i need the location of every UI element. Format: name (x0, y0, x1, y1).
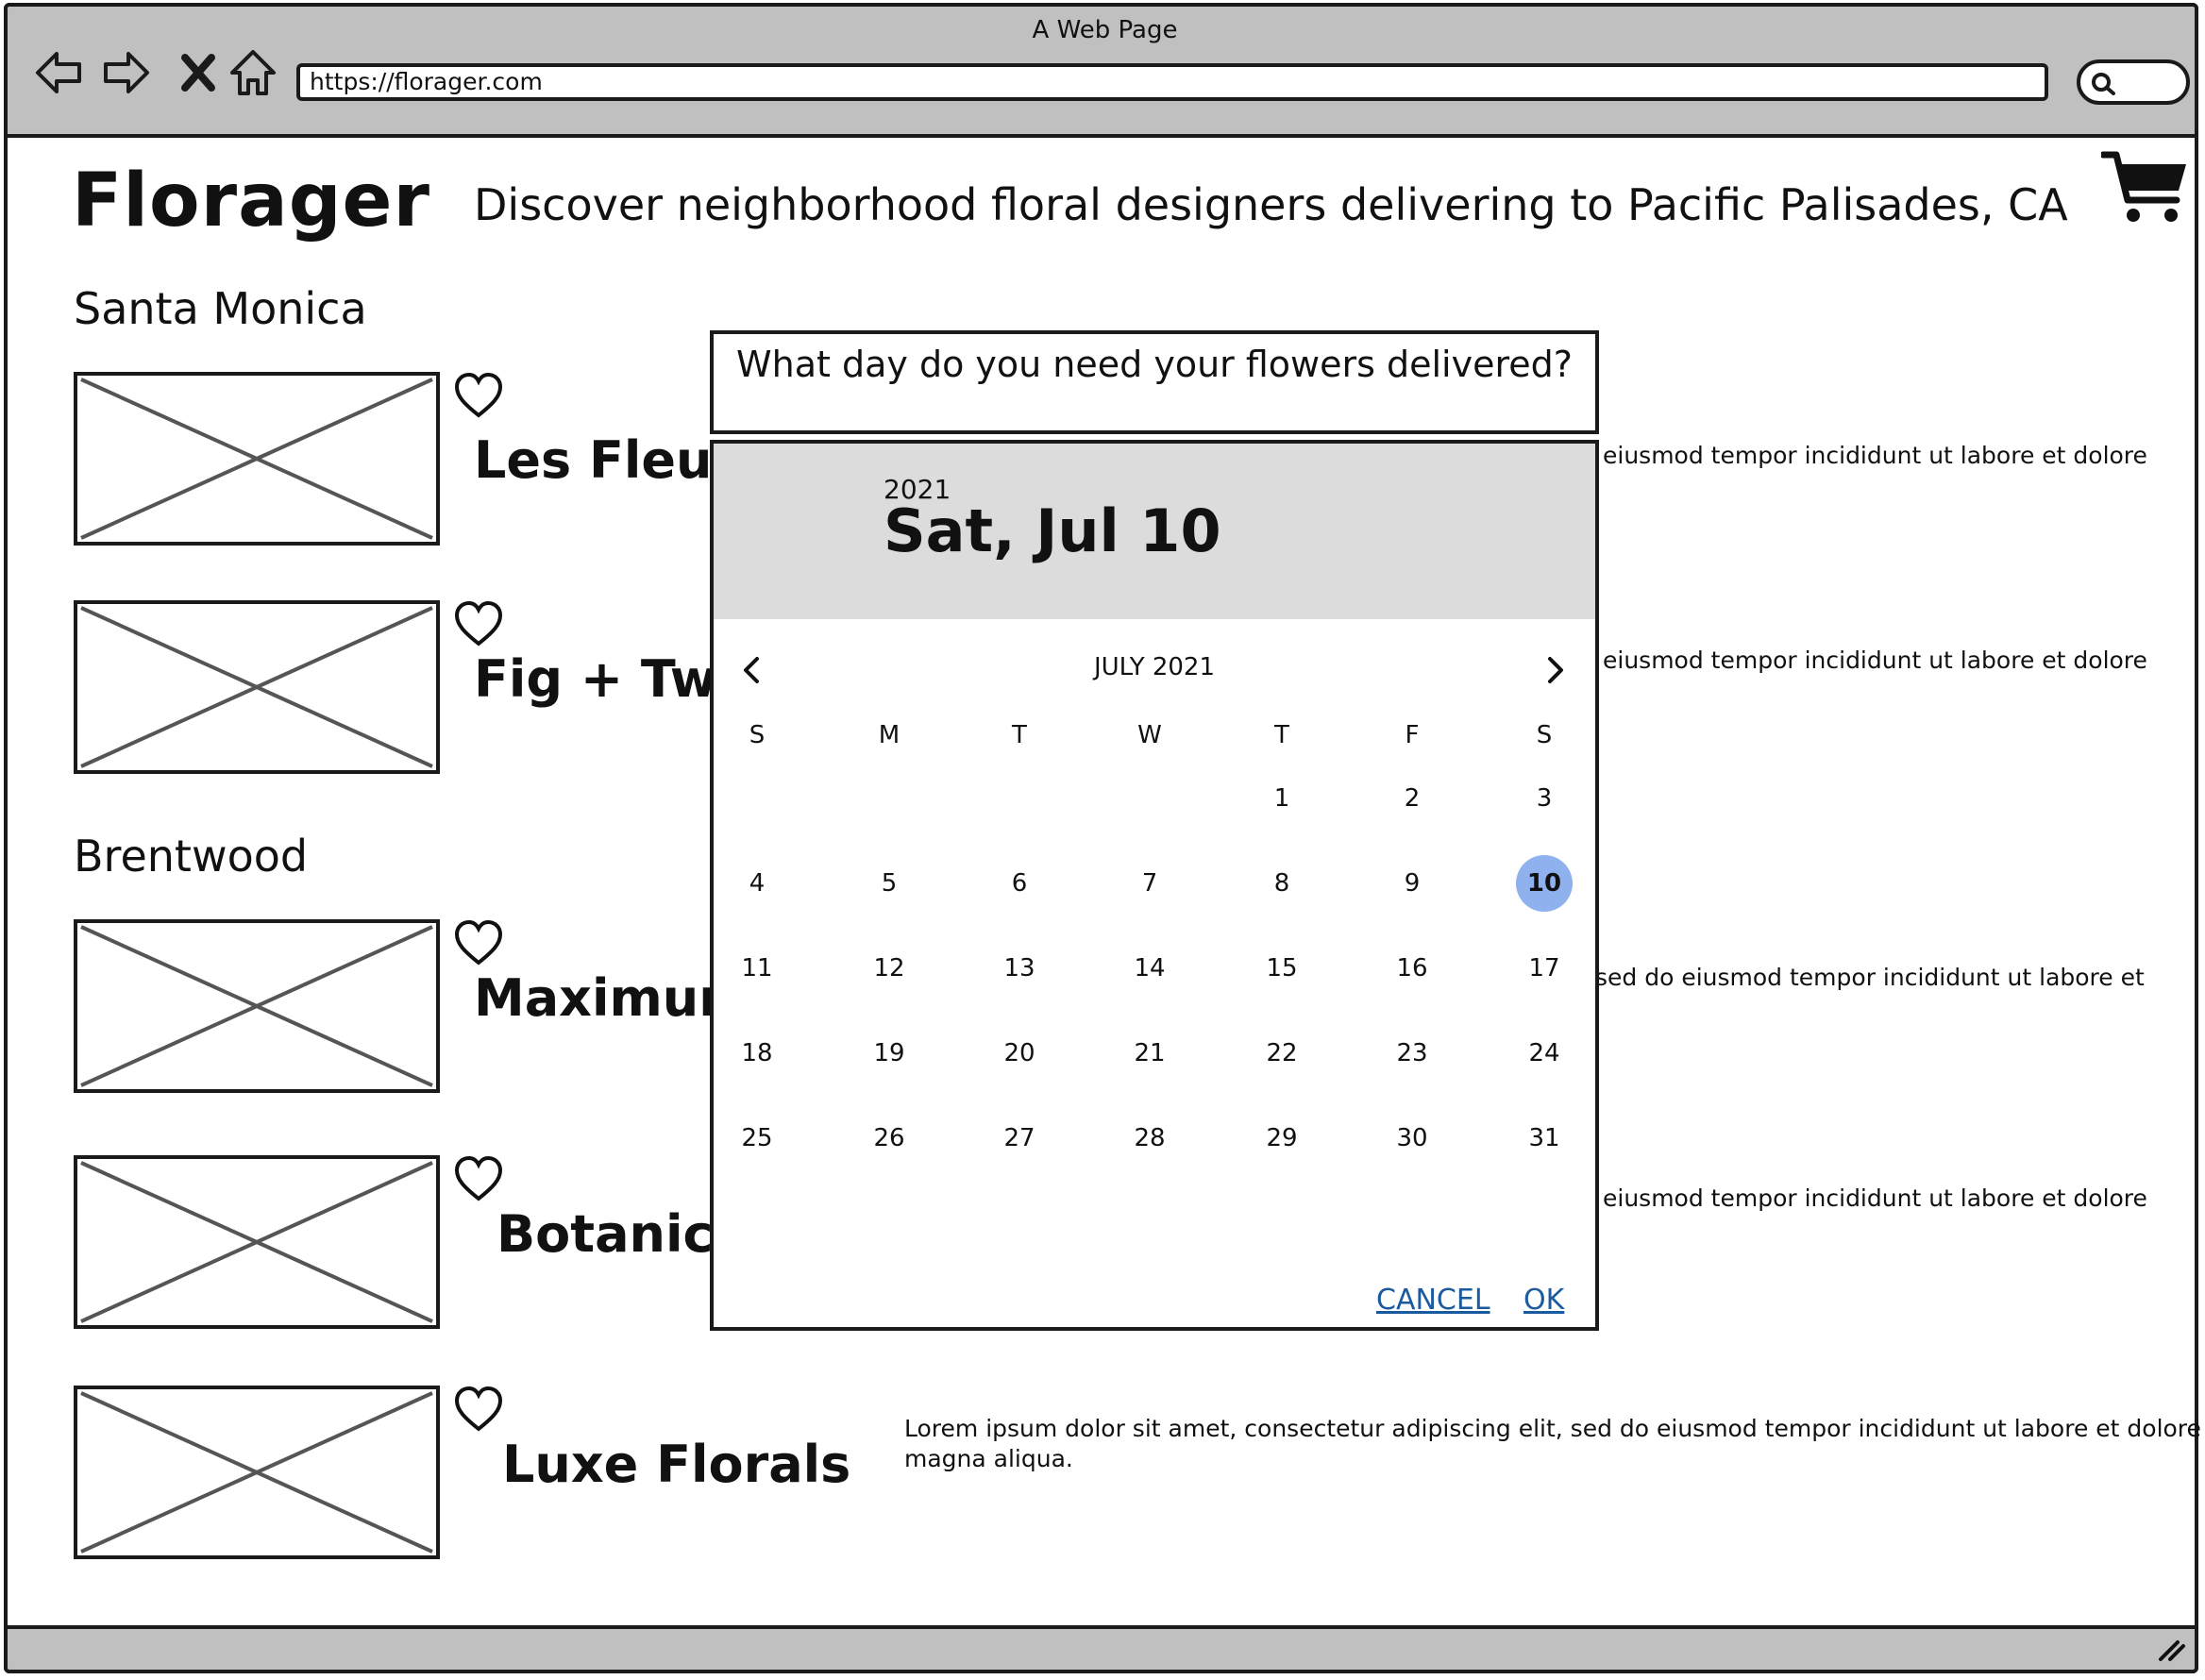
month-label: JULY 2021 (1093, 653, 1216, 681)
date-picker-dialog: 2021 Sat, Jul 10 JULY 2021 CANCEL OK SMT… (710, 440, 1599, 1331)
calendar-day[interactable]: 30 (1384, 1110, 1440, 1167)
weekday-label: F (1405, 721, 1420, 749)
stop-x-icon[interactable] (172, 46, 225, 99)
calendar-day[interactable]: 18 (729, 1025, 785, 1082)
calendar-day[interactable]: 26 (861, 1110, 917, 1167)
ok-button[interactable]: OK (1523, 1284, 1564, 1317)
shop-description: sed do eiusmod tempor incididunt ut labo… (1595, 964, 2145, 991)
heart-favorite-icon[interactable] (453, 1386, 504, 1433)
calendar-day[interactable]: 14 (1121, 940, 1178, 997)
weekday-label: S (749, 721, 766, 749)
calendar-day[interactable]: 20 (991, 1025, 1048, 1082)
section-title-santa-monica: Santa Monica (74, 283, 367, 334)
image-placeholder[interactable] (74, 919, 440, 1093)
calendar-day[interactable]: 19 (861, 1025, 917, 1082)
calendar-day[interactable]: 13 (991, 940, 1048, 997)
browser-search-field[interactable] (2077, 59, 2190, 105)
calendar-day[interactable]: 4 (729, 855, 785, 912)
calendar-day[interactable]: 29 (1254, 1110, 1310, 1167)
image-placeholder[interactable] (74, 372, 440, 546)
address-bar[interactable]: https://florager.com (296, 63, 2048, 101)
shop-description-line2: magna aliqua. (904, 1445, 1073, 1472)
browser-toolbar: A Web Page https://florager.com (4, 3, 2198, 138)
shop-description: Lorem ipsum dolor sit amet, consectetur … (904, 1415, 2201, 1442)
weekday-label: M (878, 721, 901, 749)
calendar-day[interactable]: 22 (1254, 1025, 1310, 1082)
image-placeholder[interactable] (74, 1386, 440, 1559)
weekday-label: T (1274, 721, 1289, 749)
calendar-day-selected[interactable]: 10 (1516, 855, 1573, 912)
back-arrow-icon[interactable] (32, 46, 85, 99)
search-icon (2092, 73, 2115, 95)
calendar-day[interactable]: 25 (729, 1110, 785, 1167)
page-tagline: Discover neighborhood floral designers d… (474, 179, 2068, 230)
forward-arrow-icon[interactable] (100, 46, 153, 99)
next-month-chevron-icon[interactable] (1544, 653, 1567, 687)
calendar-day[interactable]: 5 (861, 855, 917, 912)
delivery-question: What day do you need your flowers delive… (736, 344, 1573, 385)
window-title: A Web Page (1032, 16, 1178, 44)
calendar-day[interactable]: 3 (1516, 770, 1573, 827)
weekday-label: S (1536, 721, 1553, 749)
calendar-day[interactable]: 7 (1121, 855, 1178, 912)
calendar-day[interactable]: 8 (1254, 855, 1310, 912)
shopping-cart-icon[interactable] (2101, 149, 2188, 227)
browser-status-bar (4, 1625, 2198, 1673)
resize-grip-icon[interactable] (2157, 1638, 2185, 1663)
calendar-day[interactable]: 16 (1384, 940, 1440, 997)
calendar-day[interactable]: 31 (1516, 1110, 1573, 1167)
calendar-day[interactable]: 23 (1384, 1025, 1440, 1082)
heart-favorite-icon[interactable] (453, 919, 504, 966)
calendar-day[interactable]: 12 (861, 940, 917, 997)
calendar-day[interactable]: 1 (1254, 770, 1310, 827)
image-placeholder[interactable] (74, 600, 440, 774)
shop-description: eiusmod tempor incididunt ut labore et d… (1603, 647, 2147, 674)
delivery-question-box: What day do you need your flowers delive… (710, 330, 1599, 434)
calendar-day[interactable]: 28 (1121, 1110, 1178, 1167)
calendar-day[interactable]: 21 (1121, 1025, 1178, 1082)
heart-favorite-icon[interactable] (453, 1155, 504, 1202)
weekday-label: T (1012, 721, 1027, 749)
calendar-day[interactable]: 27 (991, 1110, 1048, 1167)
calendar-day[interactable]: 9 (1384, 855, 1440, 912)
image-placeholder[interactable] (74, 1155, 440, 1329)
heart-favorite-icon[interactable] (453, 372, 504, 419)
calendar-day[interactable]: 11 (729, 940, 785, 997)
shop-name[interactable]: Luxe Florals (502, 1435, 850, 1494)
date-picker-header: 2021 Sat, Jul 10 (714, 444, 1595, 619)
cancel-button[interactable]: CANCEL (1376, 1284, 1490, 1317)
shop-description: eiusmod tempor incididunt ut labore et d… (1603, 1184, 2147, 1212)
shop-description: eiusmod tempor incididunt ut labore et d… (1603, 442, 2147, 469)
calendar-day[interactable]: 15 (1254, 940, 1310, 997)
calendar-day[interactable]: 17 (1516, 940, 1573, 997)
site-logo[interactable]: Florager (72, 159, 430, 244)
calendar-day[interactable]: 24 (1516, 1025, 1573, 1082)
section-title-brentwood: Brentwood (74, 831, 309, 882)
calendar-day[interactable]: 2 (1384, 770, 1440, 827)
home-icon[interactable] (227, 46, 279, 99)
calendar-day[interactable]: 6 (991, 855, 1048, 912)
selected-date: Sat, Jul 10 (884, 496, 1221, 565)
heart-favorite-icon[interactable] (453, 600, 504, 647)
weekday-label: W (1137, 721, 1162, 749)
